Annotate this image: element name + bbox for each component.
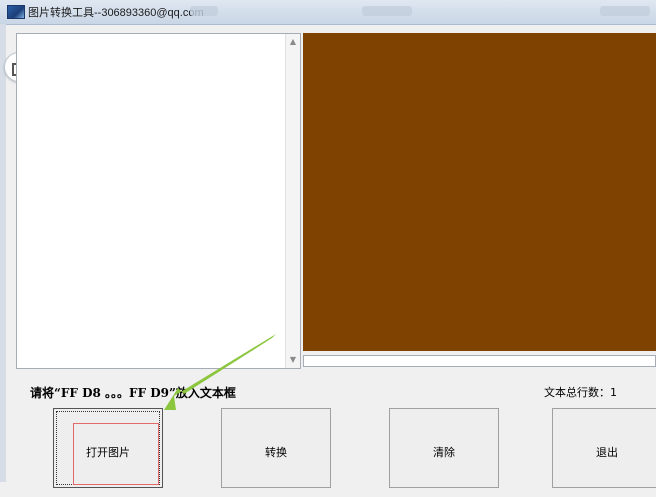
title-blur-segment bbox=[600, 6, 650, 16]
clear-label: 清除 bbox=[433, 446, 455, 459]
clear-button[interactable]: 清除 bbox=[389, 408, 499, 488]
instruction-text: 请将“FF D8 。。。FF D9”放入文本框 bbox=[30, 386, 236, 400]
title-blur-segment bbox=[362, 6, 412, 16]
convert-label: 转换 bbox=[265, 446, 287, 459]
image-preview bbox=[303, 33, 656, 351]
text-area-scrollbar[interactable]: ▲ ▼ bbox=[285, 34, 300, 368]
open-image-label: 打开图片 bbox=[86, 446, 130, 459]
exit-label: 退出 bbox=[596, 446, 618, 459]
title-bar: 图片转换工具--306893360@qq.com bbox=[0, 0, 656, 25]
line-count-label: 文本总行数： bbox=[544, 386, 610, 399]
line-count: 文本总行数：1 bbox=[544, 384, 617, 400]
picture-app-icon bbox=[7, 5, 25, 19]
hex-text-content[interactable] bbox=[21, 38, 284, 364]
preview-scrollbar[interactable] bbox=[303, 355, 656, 367]
hex-text-area[interactable]: ▲ ▼ bbox=[16, 33, 301, 369]
open-image-button[interactable]: 打开图片 bbox=[53, 408, 163, 488]
line-count-value: 1 bbox=[610, 386, 617, 399]
convert-button[interactable]: 转换 bbox=[221, 408, 331, 488]
scroll-up-icon[interactable]: ▲ bbox=[286, 36, 300, 48]
scroll-down-icon[interactable]: ▼ bbox=[286, 354, 300, 366]
left-edge-strip bbox=[0, 24, 6, 482]
title-blur-segment bbox=[190, 6, 218, 16]
window-title: 图片转换工具--306893360@qq.com bbox=[28, 7, 204, 19]
exit-button[interactable]: 退出 bbox=[552, 408, 656, 488]
